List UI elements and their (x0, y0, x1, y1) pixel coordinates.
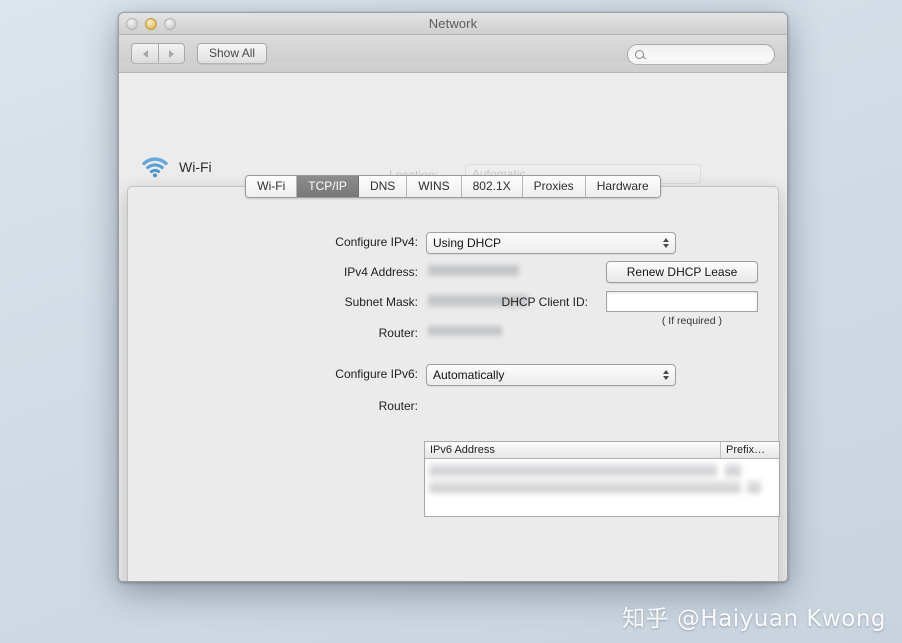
nav-segmented-control[interactable] (131, 43, 185, 64)
ipv6-router-label-row: Router: (170, 399, 418, 413)
popup-arrows-icon (663, 370, 669, 380)
window-body: Location: Automatic Ethernet Not Connect… (119, 73, 787, 582)
show-all-button[interactable]: Show All (197, 43, 267, 64)
column-header-ipv6-address[interactable]: IPv6 Address (425, 442, 721, 458)
table-row[interactable] (429, 463, 717, 476)
ipv4-address-label-row: IPv4 Address: (170, 265, 418, 279)
column-header-prefix[interactable]: Prefix… (721, 442, 779, 458)
dhcp-client-id-hint: ( If required ) (662, 315, 722, 327)
configure-ipv4-popup[interactable]: Using DHCP (426, 232, 676, 254)
configure-ipv4-value: Using DHCP (433, 236, 501, 250)
popup-arrows-icon (663, 238, 669, 248)
configure-ipv4-label-row: Configure IPv4: (170, 235, 418, 249)
dhcp-client-id-label: DHCP Client ID: (502, 295, 588, 309)
chevron-left-icon (143, 50, 148, 58)
table-row[interactable] (429, 480, 741, 493)
minimize-button[interactable] (145, 18, 157, 30)
ipv4-router-value (428, 325, 502, 337)
configure-ipv4-label: Configure IPv4: (335, 235, 418, 249)
configure-ipv6-label-row: Configure IPv6: (170, 367, 418, 381)
network-preferences-window: Network Show All Location: Automatic (118, 12, 788, 582)
ipv6-router-label: Router: (379, 399, 418, 413)
configure-ipv6-value: Automatically (433, 368, 504, 382)
subnet-mask-label-row: Subnet Mask: (170, 295, 418, 309)
ipv4-address-label: IPv4 Address: (344, 265, 418, 279)
search-field[interactable] (627, 44, 775, 65)
search-icon (635, 50, 644, 59)
table-row-prefix[interactable] (747, 480, 761, 493)
ipv4-address-value (428, 264, 519, 277)
ipv4-router-label-row: Router: (170, 326, 418, 340)
sheet-content: Configure IPv4: Using DHCP IPv4 Address:… (128, 187, 778, 582)
traffic-lights (126, 18, 176, 30)
table-row-prefix[interactable] (725, 463, 741, 476)
watermark: 知乎 @Haiyuan Kwong (622, 599, 886, 633)
window-toolbar: Show All (119, 35, 787, 73)
subnet-mask-label: Subnet Mask: (345, 295, 418, 309)
renew-dhcp-lease-button[interactable]: Renew DHCP Lease (606, 261, 758, 283)
close-button[interactable] (126, 18, 138, 30)
window-titlebar: Network (119, 13, 787, 35)
service-header-label: Wi-Fi (179, 159, 212, 175)
tcpip-settings-sheet: Wi-Fi TCP/IP DNS WINS 802.1X Proxies Har… (127, 186, 779, 582)
configure-ipv6-popup[interactable]: Automatically (426, 364, 676, 386)
window-title: Network (119, 13, 787, 35)
ipv6-address-table[interactable]: IPv6 Address Prefix… (424, 441, 780, 517)
ipv6-table-header: IPv6 Address Prefix… (425, 442, 779, 459)
zoom-button[interactable] (164, 18, 176, 30)
back-button[interactable] (131, 43, 158, 64)
ipv4-router-label: Router: (379, 326, 418, 340)
forward-button[interactable] (158, 43, 185, 64)
dhcp-client-id-label-row: DHCP Client ID: (458, 295, 588, 309)
configure-ipv6-label: Configure IPv6: (335, 367, 418, 381)
ipv6-table-rows (425, 459, 779, 517)
dhcp-client-id-input[interactable] (606, 291, 758, 312)
chevron-right-icon (169, 50, 174, 58)
